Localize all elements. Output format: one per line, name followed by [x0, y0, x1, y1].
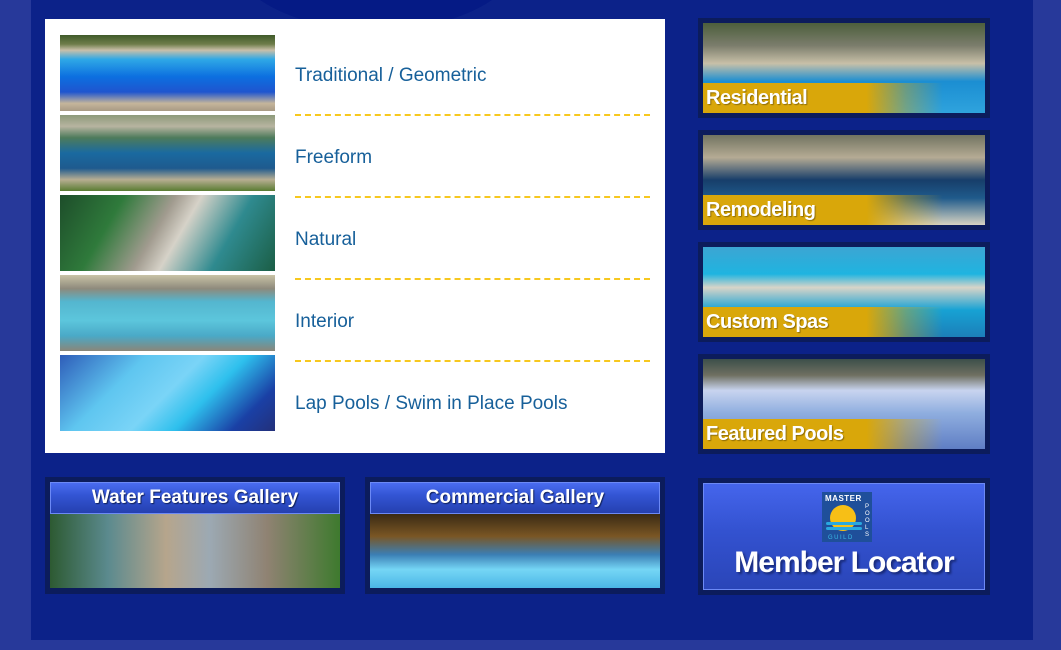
interior-pool-photo[interactable] — [60, 275, 275, 351]
category-remodeling[interactable]: Remodeling — [698, 130, 990, 230]
wave-icon — [826, 522, 862, 525]
remodeling-photo: Remodeling — [703, 135, 985, 225]
category-label: Residential — [703, 83, 985, 113]
link-freeform[interactable]: Freeform — [295, 117, 650, 199]
commercial-photo — [370, 514, 660, 588]
featured-pools-photo: Featured Pools — [703, 359, 985, 449]
category-residential[interactable]: Residential — [698, 18, 990, 118]
member-locator-label: Member Locator — [734, 546, 954, 579]
traditional-pool-photo[interactable] — [60, 35, 275, 111]
divider — [295, 114, 650, 116]
water-features-photo — [50, 514, 340, 588]
category-label: Remodeling — [703, 195, 985, 225]
logo-text-guild: GUILD — [828, 535, 854, 541]
natural-pool-photo[interactable] — [60, 195, 275, 271]
water-features-gallery-button[interactable]: Water Features Gallery — [45, 477, 345, 594]
freeform-pool-photo[interactable] — [60, 115, 275, 191]
divider — [295, 196, 650, 198]
residential-photo: Residential — [703, 23, 985, 113]
master-pools-guild-logo-icon: MASTER POOLS GUILD — [822, 492, 872, 542]
link-natural[interactable]: Natural — [295, 199, 650, 281]
gallery-title: Water Features Gallery — [50, 482, 340, 514]
logo-text-master: MASTER — [825, 494, 862, 503]
category-featured-pools[interactable]: Featured Pools — [698, 354, 990, 454]
divider — [295, 278, 650, 280]
divider — [295, 360, 650, 362]
gallery-title: Commercial Gallery — [370, 482, 660, 514]
wave-icon — [826, 527, 862, 530]
link-interior[interactable]: Interior — [295, 281, 650, 363]
commercial-gallery-button[interactable]: Commercial Gallery — [365, 477, 665, 594]
category-label: Featured Pools — [703, 419, 985, 449]
lap-pool-photo[interactable] — [60, 355, 275, 431]
member-locator-button[interactable]: MASTER POOLS GUILD Member Locator — [698, 478, 990, 595]
link-traditional-geometric[interactable]: Traditional / Geometric — [295, 35, 650, 117]
category-custom-spas[interactable]: Custom Spas — [698, 242, 990, 342]
custom-spas-photo: Custom Spas — [703, 247, 985, 337]
member-locator-panel: MASTER POOLS GUILD Member Locator — [703, 483, 985, 590]
category-label: Custom Spas — [703, 307, 985, 337]
link-lap-pools[interactable]: Lap Pools / Swim in Place Pools — [295, 363, 650, 445]
pool-styles-panel: Traditional / Geometric Freeform Natural… — [45, 19, 665, 453]
main-content: Traditional / Geometric Freeform Natural… — [31, 0, 1033, 640]
logo-text-pools: POOLS — [865, 504, 870, 538]
